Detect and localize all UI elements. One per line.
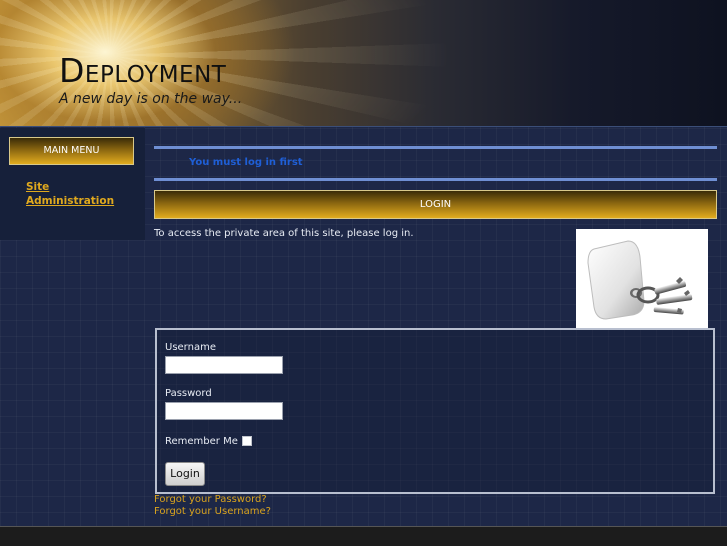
message-top-rule	[154, 146, 717, 149]
keys-icon	[587, 240, 693, 320]
site-header: Deployment A new day is on the way...	[0, 0, 727, 127]
remember-me-checkbox[interactable]	[242, 436, 252, 446]
keys-image	[576, 229, 708, 328]
sidebar-item-site-administration[interactable]: Site Administration	[26, 180, 136, 208]
site-tagline: A new day is on the way...	[59, 91, 243, 107]
message-bottom-rule	[154, 178, 717, 181]
main-menu-heading: MAIN MENU	[9, 137, 134, 165]
site-title: Deployment	[59, 51, 227, 90]
password-label: Password	[165, 388, 212, 399]
username-label: Username	[165, 342, 216, 353]
login-intro-text: To access the private area of this site,…	[154, 228, 414, 239]
login-button[interactable]: Login	[165, 462, 205, 486]
forgot-password-link[interactable]: Forgot your Password?	[154, 494, 267, 505]
forgot-username-link[interactable]: Forgot your Username?	[154, 506, 271, 517]
header-divider	[0, 126, 727, 127]
page-footer	[0, 526, 727, 546]
system-message: You must log in first	[189, 157, 303, 168]
username-input[interactable]	[165, 356, 283, 374]
password-input[interactable]	[165, 402, 283, 420]
remember-me-label: Remember Me	[165, 436, 238, 447]
login-heading: LOGIN	[154, 190, 717, 219]
login-form: Username Password Remember Me Login	[155, 328, 715, 494]
sidebar: MAIN MENU Site Administration	[0, 128, 145, 240]
